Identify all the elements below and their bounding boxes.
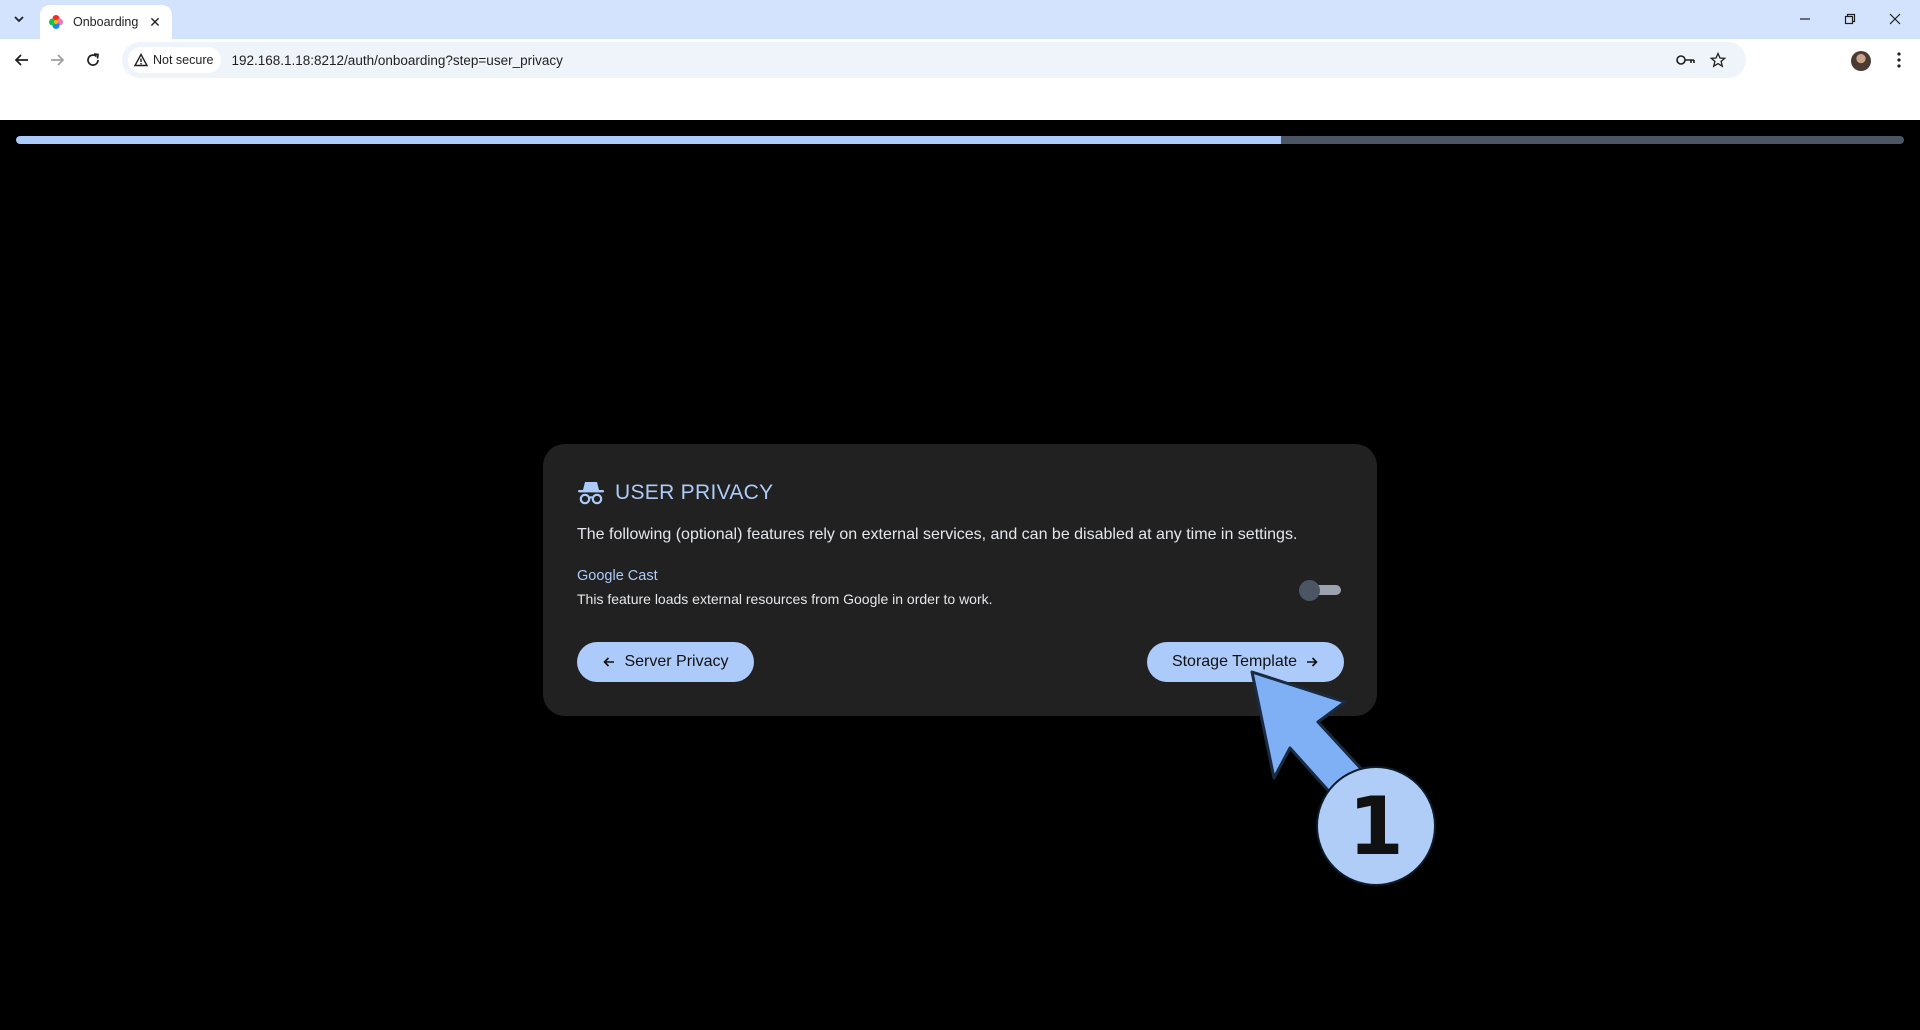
security-indicator[interactable]: Not secure [128,47,222,73]
forward-button[interactable] [43,46,71,74]
tab-close-icon[interactable]: ✕ [146,13,164,31]
minimize-icon [1800,18,1810,20]
incognito-icon [578,482,604,505]
tab-search-button[interactable] [7,7,31,31]
step-number-badge: 1 [1316,766,1436,886]
feature-name: Google Cast [577,568,658,584]
google-cast-toggle[interactable] [1295,578,1343,602]
warning-icon [134,53,148,67]
restore-icon [1844,13,1856,25]
arrow-left-icon [603,657,615,667]
reload-button[interactable] [79,46,107,74]
profile-avatar[interactable] [1851,51,1871,71]
close-icon [1889,13,1901,25]
page-top-bar [0,80,1920,120]
arrow-left-icon [14,54,28,66]
tab-title: Onboarding [73,15,139,29]
onboarding-progress-fill [16,136,1281,144]
address-bar[interactable]: Not secure 192.168.1.18:8212/auth/onboar… [122,42,1746,78]
browser-menu-button[interactable] [1887,48,1911,72]
close-window-button[interactable] [1872,6,1918,32]
card-description: The following (optional) features rely o… [577,526,1298,543]
server-privacy-label: Server Privacy [624,653,729,670]
chevron-down-icon [14,16,24,23]
minimize-button[interactable] [1782,6,1828,32]
browser-tab[interactable]: Onboarding ✕ [40,5,172,39]
reload-icon [87,53,99,66]
browser-toolbar: Not secure 192.168.1.18:8212/auth/onboar… [0,39,1920,80]
card-header: USER PRIVACY [577,480,773,506]
star-icon [1710,52,1726,68]
onboarding-progress-bar [16,136,1904,144]
immich-logo-icon [49,15,63,29]
more-vertical-icon [1897,52,1901,68]
bookmark-button[interactable] [1704,46,1732,74]
password-key-button[interactable] [1672,46,1700,74]
back-button[interactable] [8,46,36,74]
security-label: Not secure [153,53,214,67]
card-title: USER PRIVACY [615,481,774,504]
browser-tab-strip: Onboarding ✕ [0,0,1920,39]
key-icon [1676,55,1695,65]
toggle-knob [1299,580,1320,601]
restore-button[interactable] [1827,6,1873,32]
feature-description: This feature loads external resources fr… [577,591,993,607]
server-privacy-button[interactable]: Server Privacy [577,642,754,682]
arrow-right-icon [51,54,65,66]
url-text[interactable]: 192.168.1.18:8212/auth/onboarding?step=u… [231,53,1672,68]
